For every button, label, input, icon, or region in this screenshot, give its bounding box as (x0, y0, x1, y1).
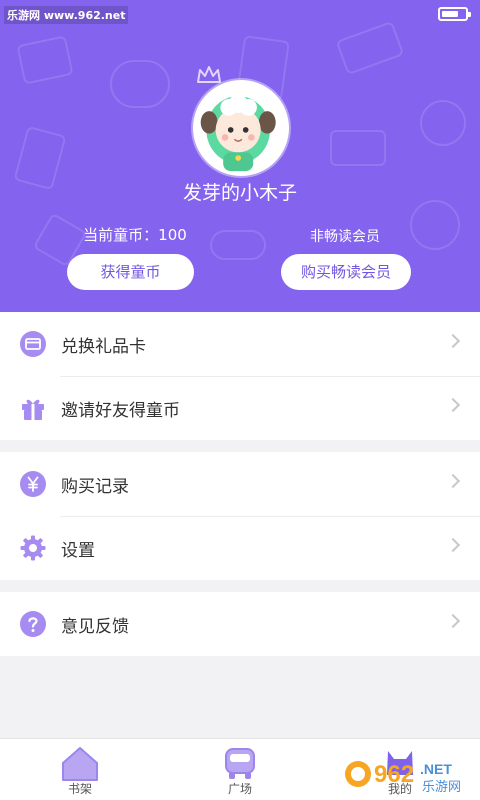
crown-icon (197, 66, 221, 83)
menu-group: 购买记录 设置 (0, 452, 480, 580)
coin-balance: 当前童币：100 (83, 226, 187, 244)
tab-plaza[interactable]: 广场 (185, 739, 295, 800)
doodle-decoration (16, 35, 74, 85)
status-bar: 乐游网 www.962.net (0, 0, 480, 28)
chevron-right-icon (445, 397, 461, 413)
menu-item-purchase-history[interactable]: 购买记录 (0, 452, 480, 516)
watermark-number: 962 (374, 761, 414, 788)
doodle-decoration (335, 20, 405, 76)
gift-icon (22, 399, 44, 420)
menu-item-redeem-gift-card[interactable]: 兑换礼品卡 (0, 312, 480, 376)
battery-icon (438, 7, 471, 21)
gear-icon (20, 535, 46, 561)
menu-item-label: 邀请好友得童币 (61, 401, 180, 421)
menu-item-settings[interactable]: 设置 (0, 516, 480, 580)
watermark-suffix: .NET (420, 761, 452, 777)
menu-group: 兑换礼品卡 邀请好友得童币 (0, 312, 480, 440)
house-icon (62, 747, 98, 781)
doodle-decoration (420, 100, 466, 146)
doodle-decoration (330, 130, 386, 166)
menu-item-label: 意见反馈 (61, 617, 129, 637)
bottom-tab-bar: 书架 广场 我的 962 .NET 乐游网 (0, 738, 480, 800)
profile-header: 乐游网 www.962.net 发芽的小木子 当前童币：100 非畅读会员 获得… (0, 0, 480, 312)
tab-bookshelf[interactable]: 书架 (25, 739, 135, 800)
chevron-right-icon (445, 333, 461, 349)
doodle-decoration (210, 230, 266, 260)
sheep-avatar-icon (196, 83, 281, 172)
card-icon (20, 331, 46, 357)
chevron-right-icon (445, 613, 461, 629)
doodle-decoration (410, 200, 460, 250)
battery-level (442, 11, 458, 17)
avatar[interactable] (193, 80, 289, 176)
watermark-site-name: 乐游网 (422, 780, 461, 795)
menu-item-label: 设置 (61, 541, 95, 561)
buy-membership-button[interactable]: 购买畅读会员 (281, 254, 411, 290)
question-icon (20, 611, 46, 637)
yen-icon (20, 471, 46, 497)
menu-group: 意见反馈 (0, 592, 480, 656)
menu-item-feedback[interactable]: 意见反馈 (0, 592, 480, 656)
username: 发芽的小木子 (182, 182, 297, 204)
watermark-text: 乐游网 www.962.net (4, 6, 129, 24)
earn-coins-button[interactable]: 获得童币 (67, 254, 194, 290)
car-icon (225, 748, 255, 779)
menu-item-label: 购买记录 (61, 477, 129, 497)
chevron-right-icon (445, 473, 461, 489)
chevron-right-icon (445, 537, 461, 553)
menu-item-invite-friends[interactable]: 邀请好友得童币 (0, 376, 480, 440)
tab-label: 书架 (67, 782, 92, 796)
tab-label: 广场 (227, 782, 252, 796)
membership-status: 非畅读会员 (310, 229, 380, 245)
doodle-decoration (110, 60, 170, 108)
menu-item-label: 兑换礼品卡 (61, 337, 146, 357)
watermark-logo: 962 .NET 乐游网 (345, 761, 461, 795)
